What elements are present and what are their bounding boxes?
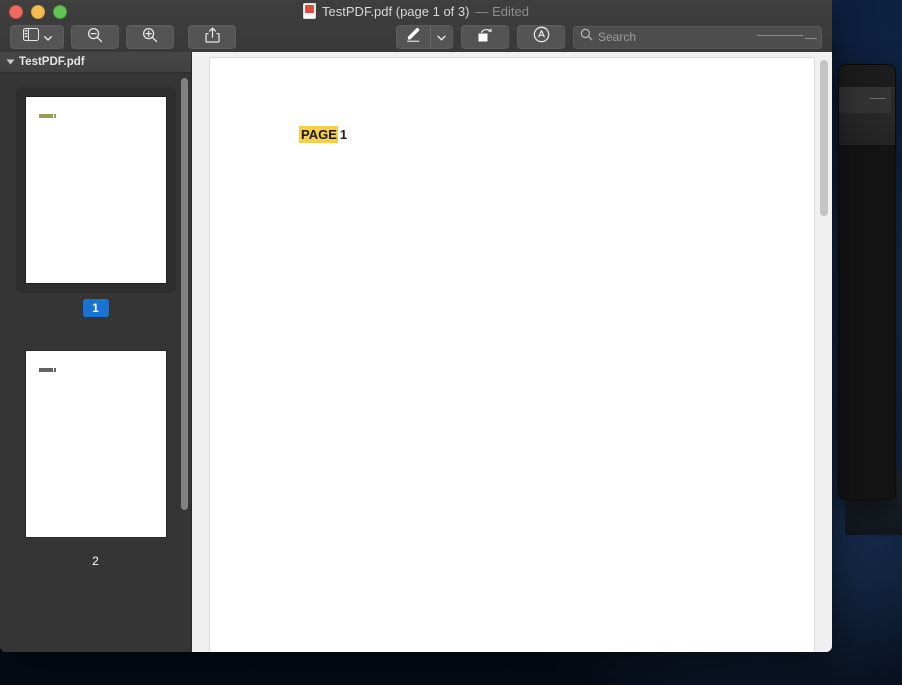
document-scrollbar[interactable] <box>820 60 828 216</box>
disclosure-triangle-icon[interactable] <box>6 59 15 65</box>
close-window-button[interactable] <box>9 5 23 19</box>
chevron-down-icon <box>437 28 446 46</box>
zoom-out-button[interactable] <box>71 25 119 49</box>
highlighted-text: PAGE <box>299 126 338 143</box>
sidebar-toggle-button[interactable] <box>10 25 64 49</box>
screen: TestPDF.pdf (page 1 of 3) — Edited Searc… <box>0 0 902 685</box>
thumbnail-highlight-mark <box>38 114 56 118</box>
thumbnail-selection-shell <box>16 341 176 547</box>
background-window-titlebar <box>839 87 895 146</box>
rotate-button[interactable] <box>461 25 509 49</box>
thumbnail-selection-shell <box>15 87 176 293</box>
annotate-icon <box>533 26 550 48</box>
search-resize-handle[interactable] <box>757 32 817 42</box>
background-window-body <box>839 146 895 499</box>
thumbnail-page-1[interactable]: 1 <box>0 87 191 317</box>
rotate-icon <box>477 27 494 48</box>
sidebar-document-title: TestPDF.pdf <box>19 56 85 68</box>
thumbnail-page-2[interactable]: 2 <box>0 341 191 569</box>
window-body: TestPDF.pdf 1 2 PAGE 1 <box>0 52 832 652</box>
share-icon <box>204 26 220 48</box>
page-content-line: PAGE 1 <box>299 126 348 143</box>
thumbnail-page-2-label: 2 <box>92 554 99 568</box>
zoom-out-icon <box>87 27 103 48</box>
toolbar-right-group: Search <box>396 25 822 49</box>
window-title-text: TestPDF.pdf (page 1 of 3) <box>322 3 470 19</box>
traffic-lights <box>9 5 67 19</box>
zoom-in-button[interactable] <box>126 25 174 49</box>
search-placeholder: Search <box>598 30 637 44</box>
window-titlebar: TestPDF.pdf (page 1 of 3) — Edited Searc… <box>0 0 832 53</box>
pdf-document-icon <box>303 3 317 19</box>
window-title-edited-label: — Edited <box>475 3 529 19</box>
thumbnail-sidebar: TestPDF.pdf 1 2 <box>0 52 192 652</box>
chevron-down-icon <box>43 28 52 46</box>
thumbnail-page-1-label: 1 <box>82 299 109 317</box>
toolbar: Search <box>0 22 832 52</box>
minimize-window-button[interactable] <box>31 5 45 19</box>
page-number-text: 1 <box>339 127 348 142</box>
pdf-page-1[interactable]: PAGE 1 <box>210 58 814 652</box>
background-window-tab <box>839 87 891 113</box>
thumbnail-list[interactable]: 1 2 <box>0 73 191 652</box>
thumbnail-highlight-mark <box>38 368 56 372</box>
annotate-button[interactable] <box>517 25 565 49</box>
sidebar-scrollbar[interactable] <box>181 78 188 510</box>
markup-toolbar-group <box>396 25 453 49</box>
zoom-in-icon <box>142 27 158 48</box>
maximize-window-button[interactable] <box>53 5 67 19</box>
document-view[interactable]: PAGE 1 <box>192 52 832 652</box>
search-field[interactable]: Search <box>573 25 822 49</box>
sidebar-header[interactable]: TestPDF.pdf <box>0 52 191 73</box>
toolbar-left-group <box>10 25 236 49</box>
sidebar-toggle-icon <box>22 28 39 46</box>
share-button[interactable] <box>188 25 236 49</box>
thumbnail-page-1-preview <box>25 97 166 283</box>
markup-pen-icon <box>405 27 422 48</box>
markup-options-button[interactable] <box>430 26 452 48</box>
markup-button[interactable] <box>397 26 430 48</box>
preview-window: TestPDF.pdf (page 1 of 3) — Edited Searc… <box>0 0 832 652</box>
background-window[interactable] <box>838 64 896 500</box>
search-icon <box>580 28 593 46</box>
thumbnail-page-2-preview <box>25 351 166 537</box>
window-title: TestPDF.pdf (page 1 of 3) — Edited <box>0 3 832 19</box>
